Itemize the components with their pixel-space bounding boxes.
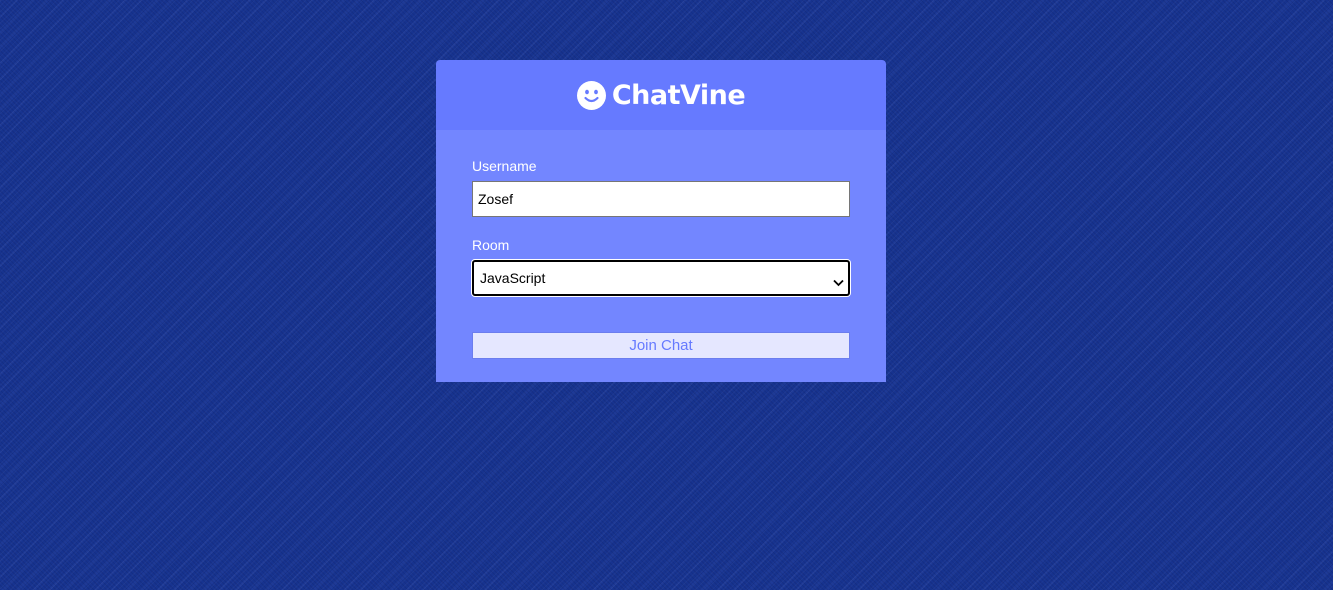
room-label: Room (472, 237, 510, 253)
join-chat-button[interactable]: Join Chat (472, 332, 850, 359)
join-form: Username Room JavaScript Join Chat (436, 130, 886, 382)
smiley-face-icon (576, 80, 606, 110)
join-card: ChatVine Username Room JavaScript Join C… (436, 60, 886, 382)
app-title: ChatVine (611, 79, 746, 111)
room-select-value: JavaScript (480, 270, 546, 286)
room-control: Room JavaScript (472, 237, 850, 296)
username-control: Username (472, 158, 850, 217)
room-select[interactable]: JavaScript (472, 260, 850, 296)
chevron-down-icon (833, 274, 844, 287)
username-input[interactable] (472, 181, 850, 217)
join-header: ChatVine (436, 60, 886, 130)
username-label: Username (472, 158, 537, 174)
